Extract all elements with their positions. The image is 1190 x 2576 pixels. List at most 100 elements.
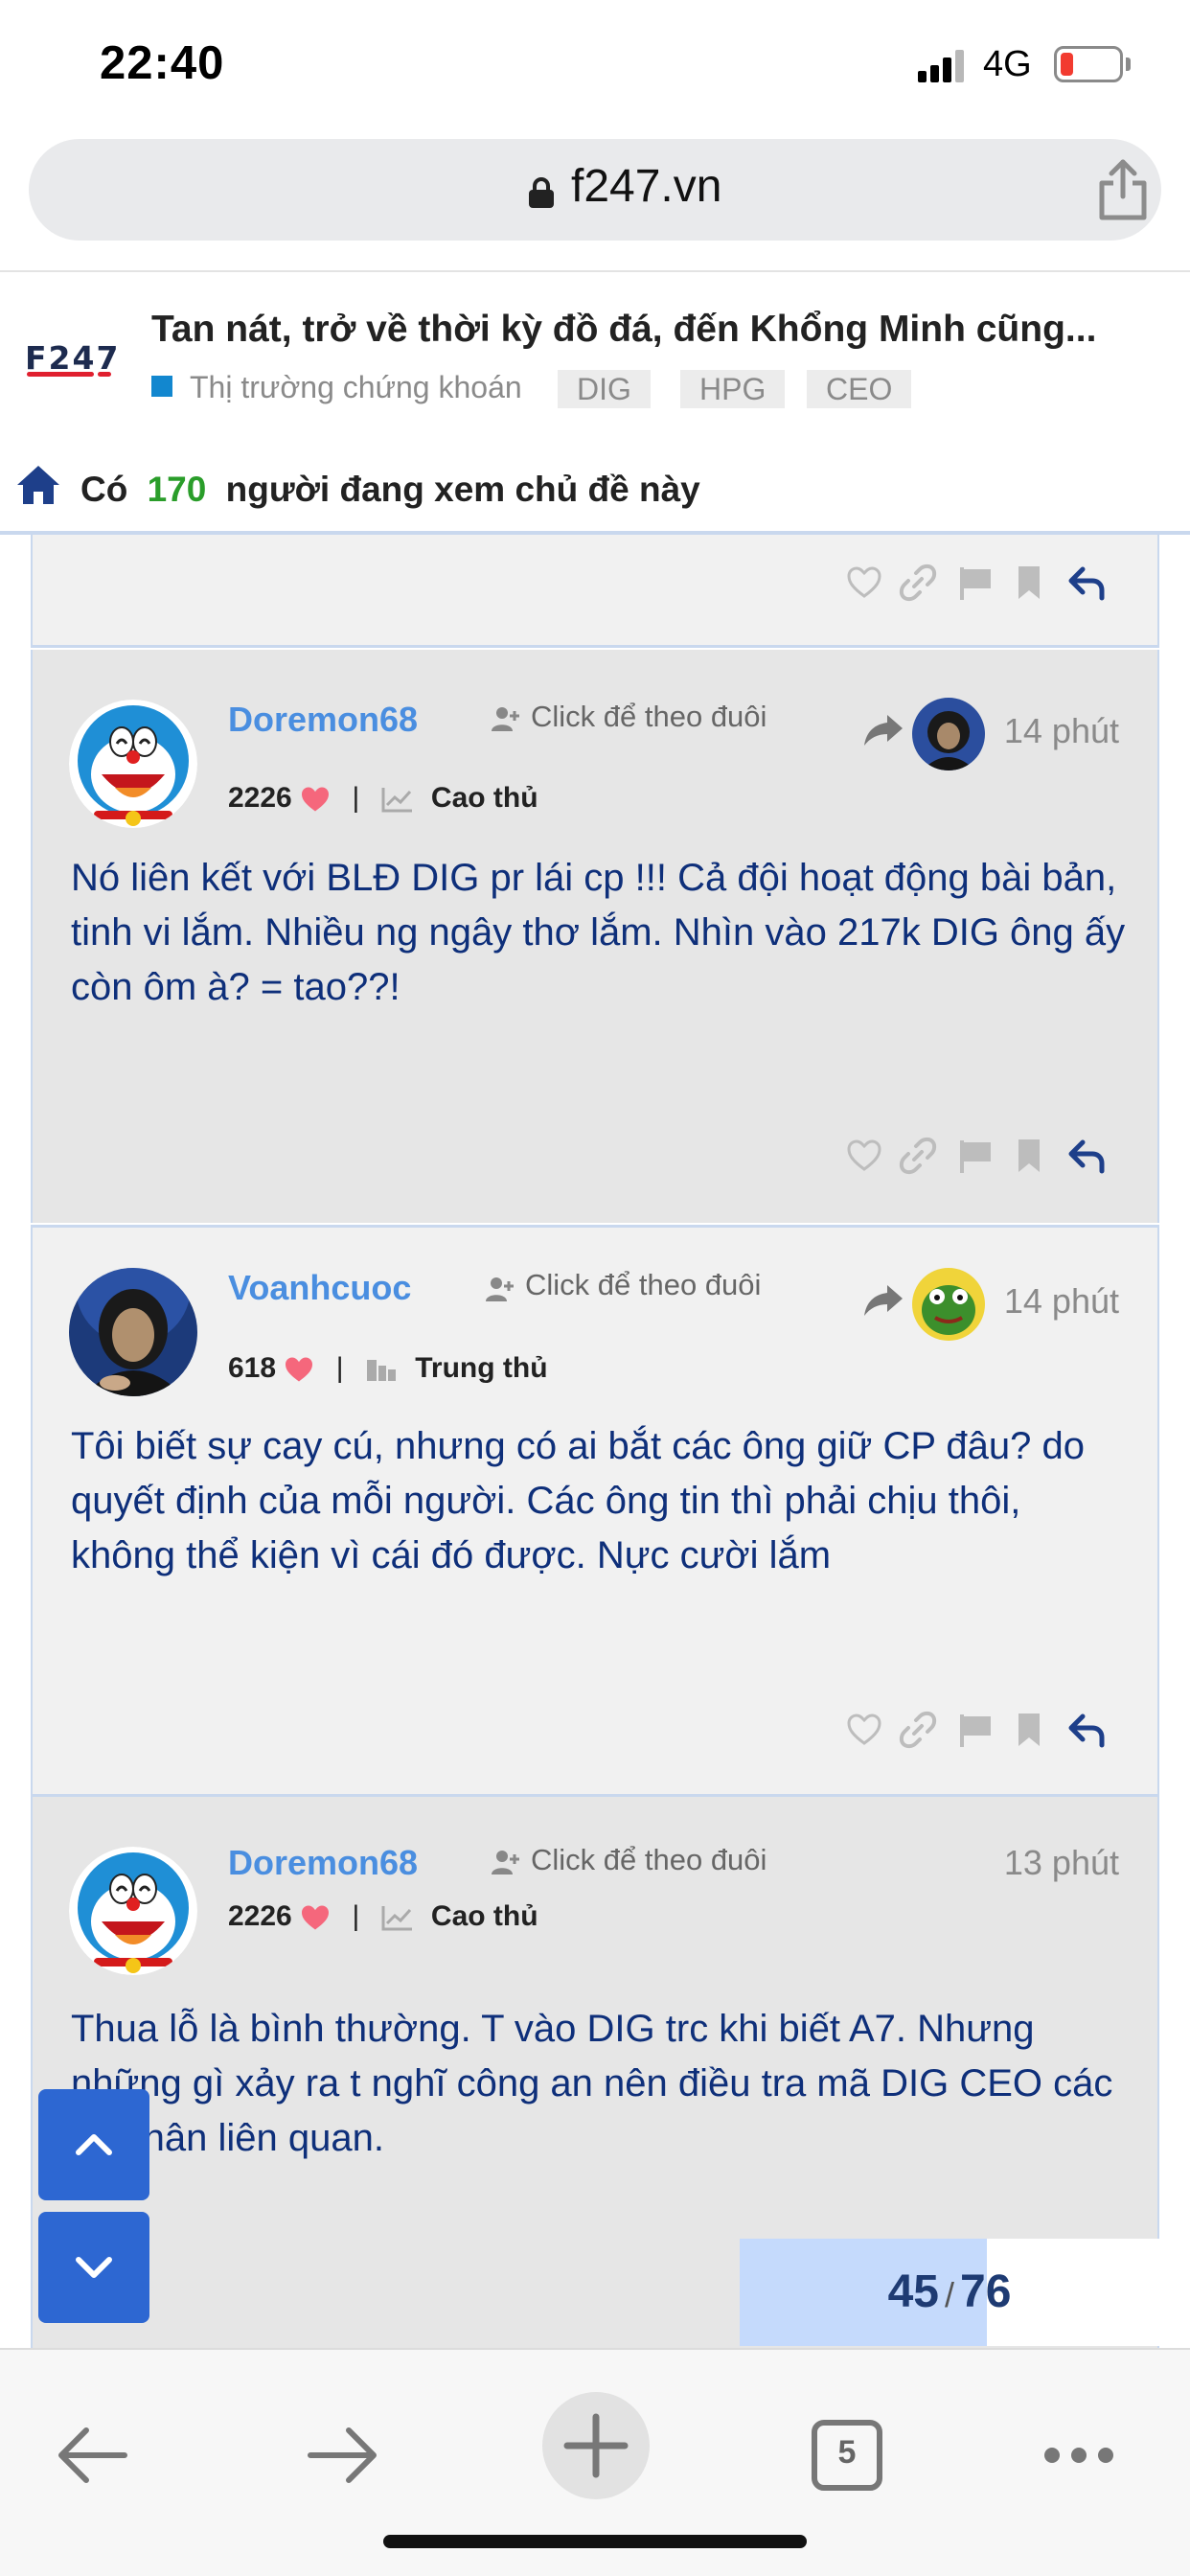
avatar[interactable] — [69, 700, 197, 828]
tag-dig[interactable]: DIG — [558, 370, 651, 408]
reply-to-icon — [864, 1285, 903, 1316]
bookmark-icon[interactable] — [1010, 564, 1048, 602]
avatar[interactable] — [69, 1847, 197, 1975]
viewer-count-text: Có 170 người đang xem chủ đề này — [80, 470, 700, 510]
follow-link[interactable]: Click để theo đuôi — [525, 1268, 761, 1302]
avatar[interactable] — [69, 1268, 197, 1396]
signal-strength-icon — [918, 48, 966, 82]
total-post-number: 76 — [960, 2266, 1012, 2317]
category-color-icon — [151, 376, 172, 397]
user-stats: 2226 | Cao thủ — [228, 1900, 538, 1932]
current-post-number: 45 — [887, 2266, 939, 2317]
post-body: Nó liên kết với BLĐ DIG pr lái cp !!! Cả… — [71, 857, 1126, 1008]
post-body: Tôi biết sự cay cú, nhưng có ai bắt các … — [71, 1425, 1085, 1576]
viewer-count: 170 — [147, 470, 207, 509]
like-count: 2226 — [228, 782, 292, 814]
post-item: Doremon68 Click để theo đuôi 14 phút 222… — [31, 650, 1159, 1223]
battery-icon — [1054, 46, 1123, 82]
post-item: Voanhcuoc Click để theo đuôi 14 phút 618… — [31, 1225, 1159, 1794]
user-stats: 618 | Trung thủ — [228, 1352, 548, 1384]
lock-icon — [529, 177, 554, 208]
like-icon[interactable] — [845, 564, 883, 602]
post-time[interactable]: 14 phút — [1004, 1281, 1119, 1322]
frog-avatar-icon — [912, 1268, 985, 1341]
home-indicator — [383, 2535, 807, 2548]
like-icon[interactable] — [845, 1137, 883, 1175]
username[interactable]: Doremon68 — [228, 700, 418, 740]
user-stats: 2226 | Cao thủ — [228, 782, 538, 814]
flag-icon[interactable] — [956, 1137, 995, 1175]
follow-user-icon[interactable] — [485, 1276, 514, 1302]
post-body: Thua lỗ là bình thường. T vào DIG trc kh… — [71, 2008, 1113, 2159]
doraemon-avatar-icon — [69, 700, 197, 828]
viewer-bar: Có 170 người đang xem chủ đề này — [0, 450, 1190, 537]
viewer-suffix: người đang xem chủ đề này — [225, 470, 700, 509]
replied-user-avatar[interactable] — [912, 698, 985, 770]
post-actions — [845, 1711, 1113, 1753]
chart-rank-icon — [381, 788, 412, 813]
user-avatar-icon — [69, 1268, 197, 1396]
more-menu-icon[interactable] — [1031, 2407, 1127, 2503]
back-arrow-icon[interactable] — [44, 2407, 140, 2503]
post-tail — [31, 535, 1159, 648]
tabs-button[interactable]: 5 — [799, 2407, 895, 2503]
link-icon[interactable] — [899, 1711, 937, 1749]
bookmark-icon[interactable] — [1010, 1137, 1048, 1175]
flag-icon[interactable] — [956, 564, 995, 602]
post-time[interactable]: 14 phút — [1004, 711, 1119, 751]
tag-hpg[interactable]: HPG — [680, 370, 786, 408]
viewer-prefix: Có — [80, 470, 128, 509]
bookmark-icon[interactable] — [1010, 1711, 1048, 1749]
home-icon[interactable] — [15, 464, 61, 506]
thread-title[interactable]: Tan nát, trở về thời kỳ đồ đá, đến Khổng… — [151, 309, 1110, 351]
reply-icon[interactable] — [1067, 1711, 1106, 1749]
username[interactable]: Voanhcuoc — [228, 1268, 411, 1308]
heart-icon — [302, 1905, 330, 1930]
address-bar[interactable]: f247.vn — [29, 139, 1161, 241]
post-actions — [845, 1137, 1113, 1179]
heart-icon — [302, 787, 330, 812]
scroll-up-button[interactable] — [38, 2089, 149, 2200]
follow-link[interactable]: Click để theo đuôi — [531, 1843, 767, 1877]
follow-user-icon[interactable] — [491, 705, 519, 732]
status-time: 22:40 — [100, 37, 225, 89]
chevron-up-icon — [76, 2134, 112, 2155]
link-icon[interactable] — [899, 1137, 937, 1175]
heart-icon — [286, 1357, 313, 1382]
page-count-text: 45/76 — [887, 2266, 1012, 2317]
battery-cap — [1126, 58, 1131, 71]
reply-icon[interactable] — [1067, 1137, 1106, 1175]
divider — [0, 270, 1190, 272]
post-progress-indicator[interactable]: 45/76 — [740, 2239, 1159, 2346]
forward-arrow-icon[interactable] — [295, 2407, 391, 2503]
status-bar: 22:40 4G — [0, 0, 1190, 125]
user-rank: Trung thủ — [415, 1352, 548, 1384]
network-type: 4G — [983, 44, 1032, 84]
site-logo[interactable]: F247 — [25, 339, 121, 380]
link-icon[interactable] — [899, 564, 937, 602]
user-rank: Cao thủ — [430, 1900, 538, 1932]
share-icon[interactable] — [1092, 156, 1154, 223]
reply-icon[interactable] — [1067, 564, 1106, 602]
like-icon[interactable] — [845, 1711, 883, 1749]
new-tab-plus-icon[interactable] — [538, 2388, 653, 2503]
tag-ceo[interactable]: CEO — [807, 370, 912, 408]
follow-user-icon[interactable] — [491, 1849, 519, 1875]
tab-count: 5 — [837, 2434, 857, 2471]
doraemon-avatar-icon — [69, 1847, 197, 1975]
follow-link[interactable]: Click để theo đuôi — [531, 700, 767, 734]
scroll-down-button[interactable] — [38, 2212, 149, 2323]
user-avatar-icon — [912, 698, 985, 770]
category-link[interactable]: Thị trường chứng khoán — [190, 370, 522, 405]
username[interactable]: Doremon68 — [228, 1843, 418, 1883]
replied-user-avatar[interactable] — [912, 1268, 985, 1341]
user-rank: Cao thủ — [430, 782, 538, 814]
flag-icon[interactable] — [956, 1711, 995, 1749]
url-text: f247.vn — [571, 161, 722, 212]
reply-to-icon — [864, 715, 903, 746]
post-time[interactable]: 13 phút — [1004, 1843, 1119, 1883]
like-count: 2226 — [228, 1900, 292, 1932]
book-rank-icon — [366, 1360, 396, 1382]
chevron-down-icon — [76, 2257, 112, 2278]
chart-rank-icon — [381, 1906, 412, 1931]
